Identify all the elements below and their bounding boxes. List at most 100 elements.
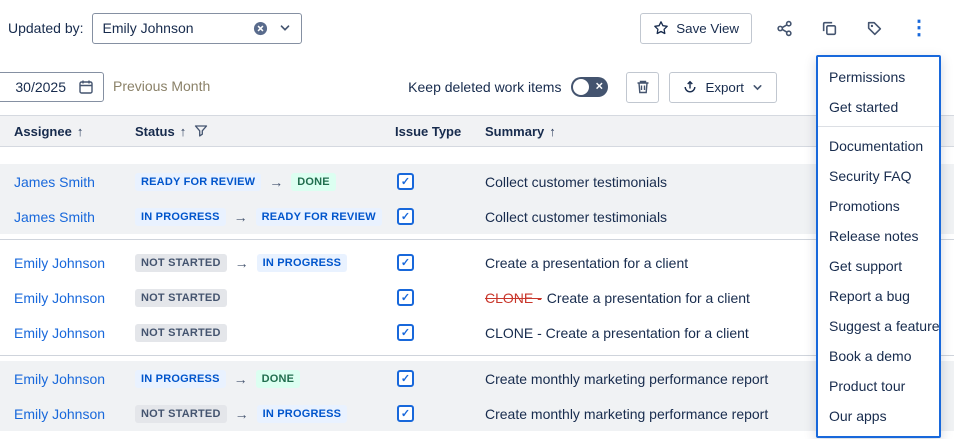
share-icon[interactable] (771, 15, 797, 41)
task-checkbox-icon: ✓ (397, 405, 414, 422)
sort-up-icon[interactable]: ↑ (549, 124, 556, 139)
chevron-down-icon[interactable] (277, 20, 293, 36)
issue-type-cell: ✓ (395, 405, 485, 422)
column-header-assignee[interactable]: Assignee ↑ (14, 124, 135, 139)
menu-item-promotions[interactable]: Promotions (818, 191, 939, 221)
date-value: 30/2025 (15, 79, 66, 95)
menu-item-get-started[interactable]: Get started (818, 92, 939, 122)
table-row[interactable]: Emily Johnson NOT STARTED ✓ CLONE -Creat… (0, 280, 954, 315)
status-cell: READY FOR REVIEW → DONE (135, 173, 395, 191)
issue-type-cell: ✓ (395, 254, 485, 271)
status-chip-to: READY FOR REVIEW (256, 208, 382, 226)
assignee-link[interactable]: Emily Johnson (14, 290, 135, 306)
toggle-knob (573, 79, 589, 95)
date-input[interactable]: 30/2025 (0, 72, 104, 102)
task-checkbox-icon: ✓ (397, 254, 414, 271)
toggle-off-icon: ✕ (595, 82, 603, 93)
copy-icon[interactable] (816, 15, 842, 41)
task-checkbox-icon: ✓ (397, 324, 414, 341)
table-row[interactable]: Emily Johnson NOT STARTED ✓ CLONE - Crea… (0, 315, 954, 350)
menu-item-book-a-demo[interactable]: Book a demo (818, 341, 939, 371)
menu-item-product-tour[interactable]: Product tour (818, 371, 939, 401)
table-row[interactable]: Emily Johnson NOT STARTED → IN PROGRESS … (0, 245, 954, 280)
assignee-link[interactable]: Emily Johnson (14, 371, 135, 387)
table-row[interactable]: James Smith READY FOR REVIEW → DONE ✓ Co… (0, 164, 954, 199)
task-checkbox-icon: ✓ (397, 173, 414, 190)
summary-strikethrough-prefix: CLONE - (485, 290, 542, 306)
status-cell: IN PROGRESS → READY FOR REVIEW (135, 208, 395, 226)
keep-deleted-toggle[interactable]: ✕ (571, 77, 608, 97)
status-cell: NOT STARTED → IN PROGRESS (135, 405, 395, 423)
status-cell: NOT STARTED (135, 324, 395, 342)
calendar-icon[interactable] (78, 79, 94, 95)
status-chip-to: DONE (291, 173, 336, 191)
menu-item-report-a-bug[interactable]: Report a bug (818, 281, 939, 311)
previous-month-label[interactable]: Previous Month (113, 78, 210, 94)
row-group: Emily Johnson NOT STARTED → IN PROGRESS … (0, 245, 954, 350)
menu-item-permissions[interactable]: Permissions (818, 62, 939, 92)
assignee-link[interactable]: Emily Johnson (14, 255, 135, 271)
issue-type-header-label: Issue Type (395, 124, 461, 139)
updated-by-value: Emily Johnson (103, 20, 245, 36)
sort-up-icon[interactable]: ↑ (77, 124, 84, 139)
tag-icon[interactable] (861, 15, 887, 41)
menu-item-our-apps[interactable]: Our apps (818, 401, 939, 431)
filter-funnel-icon[interactable] (194, 124, 208, 138)
group-divider (0, 355, 954, 356)
save-view-button[interactable]: Save View (640, 13, 752, 44)
status-cell: IN PROGRESS → DONE (135, 370, 395, 388)
status-chip-to: DONE (256, 370, 301, 388)
status-cell: NOT STARTED → IN PROGRESS (135, 254, 395, 272)
trash-icon (635, 79, 651, 95)
table-body: James Smith READY FOR REVIEW → DONE ✓ Co… (0, 147, 954, 431)
issue-type-cell: ✓ (395, 208, 485, 225)
menu-item-suggest-a-feature[interactable]: Suggest a feature (818, 311, 939, 341)
status-header-label: Status (135, 124, 175, 139)
task-checkbox-icon: ✓ (397, 289, 414, 306)
save-view-label: Save View (676, 21, 739, 36)
row-group: James Smith READY FOR REVIEW → DONE ✓ Co… (0, 164, 954, 234)
export-icon (682, 79, 698, 95)
issue-type-cell: ✓ (395, 173, 485, 190)
assignee-link[interactable]: James Smith (14, 174, 135, 190)
task-checkbox-icon: ✓ (397, 208, 414, 225)
menu-item-security-faq[interactable]: Security FAQ (818, 161, 939, 191)
updated-by-select[interactable]: Emily Johnson (92, 13, 302, 44)
arrow-right-icon: → (234, 209, 248, 225)
delete-button[interactable] (626, 72, 659, 103)
status-chip-from: NOT STARTED (135, 289, 227, 307)
star-icon (653, 20, 669, 36)
export-button[interactable]: Export (669, 72, 777, 103)
arrow-right-icon: → (235, 406, 249, 422)
more-menu-button[interactable]: ⋮ (906, 15, 932, 41)
status-chip-from: IN PROGRESS (135, 208, 226, 226)
arrow-right-icon: → (234, 371, 248, 387)
top-bar-actions: Save View ⋮ (640, 13, 932, 44)
arrow-right-icon: → (235, 255, 249, 271)
assignee-link[interactable]: Emily Johnson (14, 325, 135, 341)
menu-item-get-support[interactable]: Get support (818, 251, 939, 281)
status-cell: NOT STARTED (135, 289, 395, 307)
menu-item-release-notes[interactable]: Release notes (818, 221, 939, 251)
column-header-issue-type[interactable]: Issue Type (395, 124, 485, 139)
table-row[interactable]: Emily Johnson IN PROGRESS → DONE ✓ Creat… (0, 361, 954, 396)
more-menu-dropdown: Permissions Get started Documentation Se… (816, 55, 941, 438)
issue-type-cell: ✓ (395, 370, 485, 387)
table-row[interactable]: James Smith IN PROGRESS → READY FOR REVI… (0, 199, 954, 234)
assignee-link[interactable]: Emily Johnson (14, 406, 135, 422)
table-header: Assignee ↑ Status ↑ Issue Type Summary ↑ (0, 115, 954, 147)
group-divider (0, 239, 954, 240)
app-screen: Updated by: Emily Johnson Save View (0, 0, 954, 439)
row-group: Emily Johnson IN PROGRESS → DONE ✓ Creat… (0, 361, 954, 431)
clear-icon[interactable] (252, 19, 270, 37)
menu-item-documentation[interactable]: Documentation (818, 131, 939, 161)
assignee-link[interactable]: James Smith (14, 209, 135, 225)
menu-divider (818, 126, 939, 127)
top-bar: Updated by: Emily Johnson Save View (0, 0, 954, 56)
task-checkbox-icon: ✓ (397, 370, 414, 387)
sort-up-icon[interactable]: ↑ (180, 124, 187, 139)
column-header-status[interactable]: Status ↑ (135, 124, 395, 139)
arrow-right-icon: → (269, 174, 283, 190)
table-row[interactable]: Emily Johnson NOT STARTED → IN PROGRESS … (0, 396, 954, 431)
status-chip-from: IN PROGRESS (135, 370, 226, 388)
